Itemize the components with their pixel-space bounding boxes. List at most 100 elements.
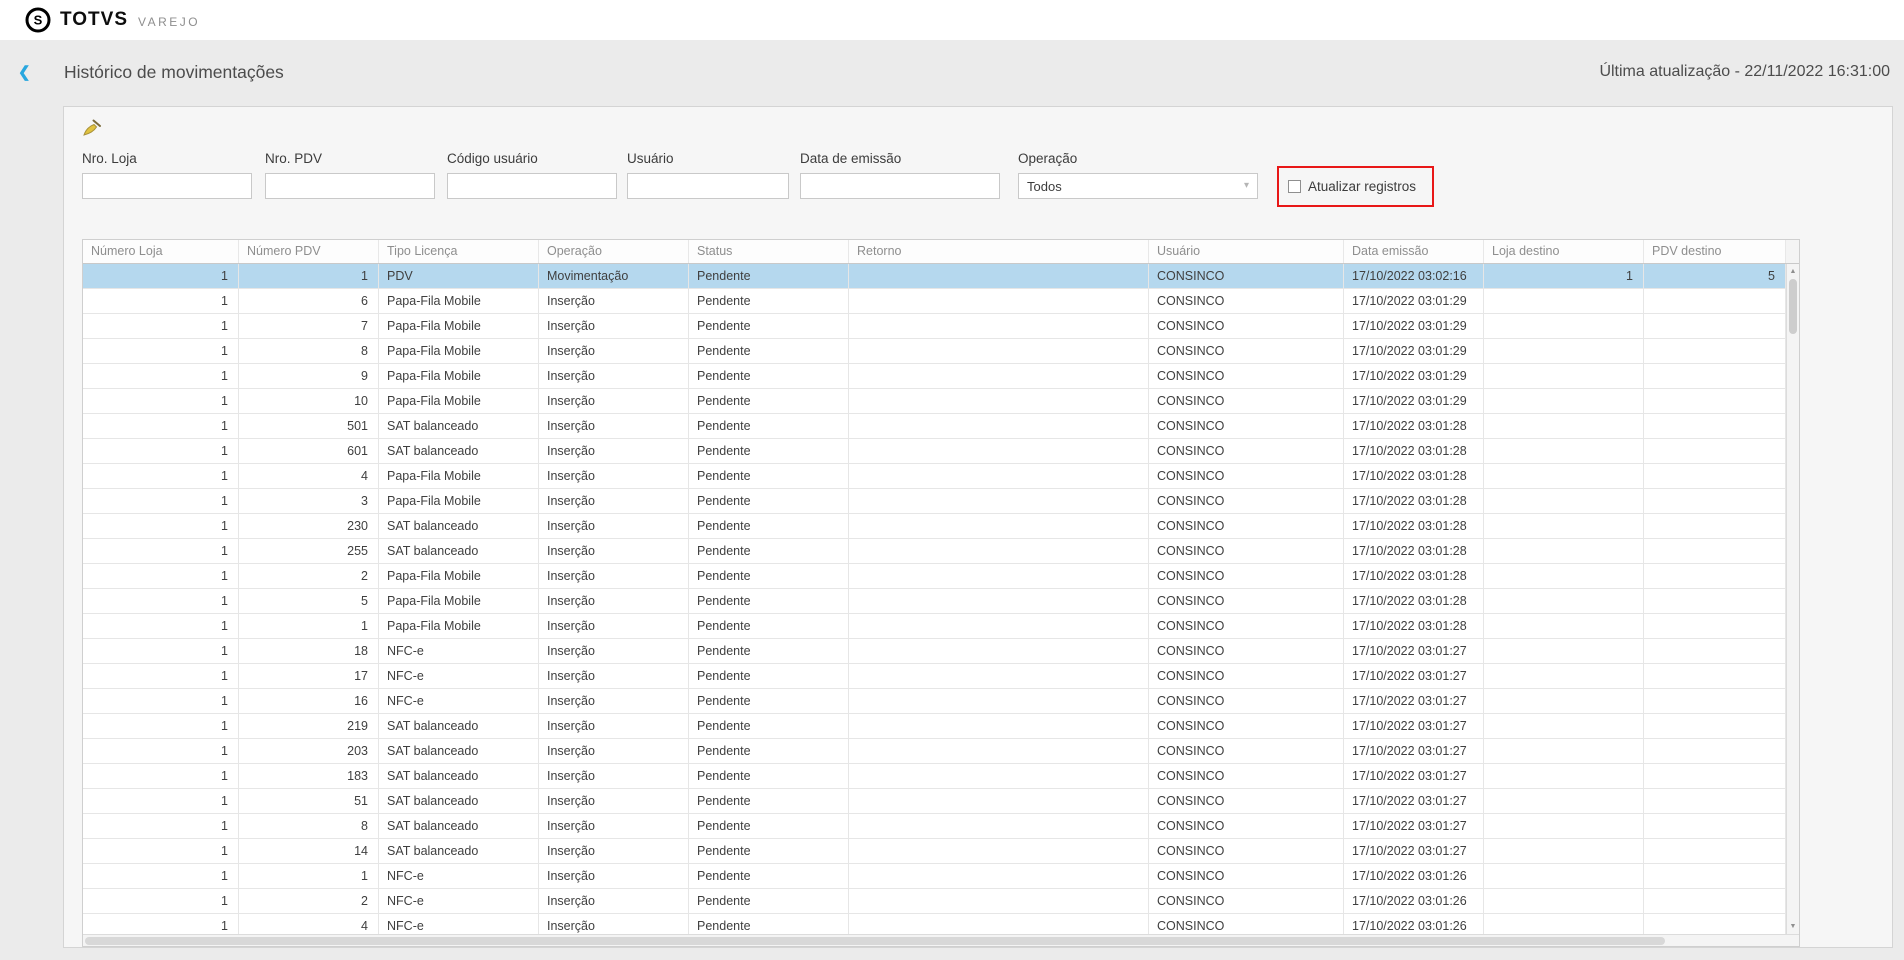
table-row[interactable]: 1 16 NFC-e Inserção Pendente CONSINCO 17/10/20…	[83, 689, 1786, 714]
table-row[interactable]: 1 230 SAT balanceado Inserção Pendente CONSIN…	[83, 514, 1786, 539]
table-row[interactable]: 1 1 PDV Movimentação Pendente CONSINCO 17/10/2…	[83, 264, 1786, 289]
table-cell	[1644, 389, 1786, 413]
table-cell: 1	[83, 814, 239, 838]
vertical-scrollbar-thumb[interactable]	[1789, 279, 1797, 334]
table-row[interactable]: 1 203 SAT balanceado Inserção Pendente CONSIN…	[83, 739, 1786, 764]
table-cell: CONSINCO	[1149, 689, 1344, 713]
table-row[interactable]: 1 18 NFC-e Inserção Pendente CONSINCO 17/10/20…	[83, 639, 1786, 664]
table-row[interactable]: 1 2 Papa-Fila Mobile Inserção Pendente CONSIN…	[83, 564, 1786, 589]
table-row[interactable]: 1 183 SAT balanceado Inserção Pendente CONSIN…	[83, 764, 1786, 789]
table-cell: Papa-Fila Mobile	[379, 289, 539, 313]
table-cell: Papa-Fila Mobile	[379, 314, 539, 338]
table-row[interactable]: 1 5 Papa-Fila Mobile Inserção Pendente CONSIN…	[83, 589, 1786, 614]
table-row[interactable]: 1 4 NFC-e Inserção Pendente CONSINCO 17/10/202…	[83, 914, 1786, 934]
column-header[interactable]: Tipo Licença	[379, 240, 539, 263]
table-cell	[1484, 839, 1644, 863]
table-row[interactable]: 1 6 Papa-Fila Mobile Inserção Pendente CONSIN…	[83, 289, 1786, 314]
column-header[interactable]: Retorno	[849, 240, 1149, 263]
nro-pdv-input[interactable]	[265, 173, 435, 199]
horizontal-scrollbar-thumb[interactable]	[85, 937, 1665, 945]
table-row[interactable]: 1 501 SAT balanceado Inserção Pendente CONSIN…	[83, 414, 1786, 439]
table-cell: Inserção	[539, 314, 689, 338]
table-cell: Pendente	[689, 464, 849, 488]
table-cell: Pendente	[689, 789, 849, 813]
table-row[interactable]: 1 219 SAT balanceado Inserção Pendente CONSIN…	[83, 714, 1786, 739]
table-cell: 17/10/2022 03:01:27	[1344, 689, 1484, 713]
table-row[interactable]: 1 601 SAT balanceado Inserção Pendente CONSIN…	[83, 439, 1786, 464]
table-cell: Pendente	[689, 614, 849, 638]
table-cell: Pendente	[689, 264, 849, 288]
table-cell: Inserção	[539, 914, 689, 934]
table-cell: Inserção	[539, 614, 689, 638]
table-cell: Pendente	[689, 764, 849, 788]
svg-text:S: S	[34, 13, 43, 28]
table-row[interactable]: 1 8 SAT balanceado Inserção Pendente CONSINCO…	[83, 814, 1786, 839]
data-emissao-input[interactable]	[800, 173, 1000, 199]
filter-data-emissao: Data de emissão	[800, 151, 1000, 199]
table-cell	[1644, 689, 1786, 713]
table-row[interactable]: 1 10 Papa-Fila Mobile Inserção Pendente CONSI…	[83, 389, 1786, 414]
table-cell: 10	[239, 389, 379, 413]
column-header[interactable]: Operação	[539, 240, 689, 263]
table-cell	[849, 564, 1149, 588]
table-cell: 2	[239, 889, 379, 913]
table-cell: 1	[83, 339, 239, 363]
table-cell: Inserção	[539, 289, 689, 313]
table-cell: SAT balanceado	[379, 839, 539, 863]
nro-loja-input[interactable]	[82, 173, 252, 199]
table-cell	[1484, 689, 1644, 713]
table-cell: NFC-e	[379, 914, 539, 934]
table-cell: CONSINCO	[1149, 364, 1344, 388]
scroll-up-icon[interactable]: ▲	[1787, 265, 1799, 278]
table-cell: 1	[83, 564, 239, 588]
table-row[interactable]: 1 17 NFC-e Inserção Pendente CONSINCO 17/10/20…	[83, 664, 1786, 689]
table-cell: Papa-Fila Mobile	[379, 364, 539, 388]
table-cell: 1	[83, 314, 239, 338]
column-header[interactable]: Status	[689, 240, 849, 263]
table-cell	[1644, 539, 1786, 563]
table-cell: Pendente	[689, 839, 849, 863]
column-header[interactable]: Número Loja	[83, 240, 239, 263]
column-header[interactable]: Número PDV	[239, 240, 379, 263]
table-row[interactable]: 1 14 SAT balanceado Inserção Pendente CONSINC…	[83, 839, 1786, 864]
table-row[interactable]: 1 8 Papa-Fila Mobile Inserção Pendente CONSIN…	[83, 339, 1786, 364]
table-row[interactable]: 1 51 SAT balanceado Inserção Pendente CONSINC…	[83, 789, 1786, 814]
column-header[interactable]: Loja destino	[1484, 240, 1644, 263]
usuario-input[interactable]	[627, 173, 789, 199]
column-header[interactable]: Data emissão	[1344, 240, 1484, 263]
table-cell: 1	[83, 539, 239, 563]
clear-filters-icon[interactable]	[82, 119, 102, 137]
column-header[interactable]: PDV destino	[1644, 240, 1786, 263]
table-row[interactable]: 1 9 Papa-Fila Mobile Inserção Pendente CONSIN…	[83, 364, 1786, 389]
vertical-scrollbar[interactable]: ▲ ▼	[1786, 264, 1799, 934]
operacao-select[interactable]: Todos ▾	[1018, 173, 1258, 199]
table-cell	[1644, 289, 1786, 313]
last-update-label: Última atualização - 22/11/2022 16:31:00	[1599, 63, 1890, 80]
table-row[interactable]: 1 255 SAT balanceado Inserção Pendente CONSIN…	[83, 539, 1786, 564]
table-cell	[849, 789, 1149, 813]
table-cell: CONSINCO	[1149, 539, 1344, 563]
table-cell: 17/10/2022 03:01:27	[1344, 814, 1484, 838]
table-row[interactable]: 1 3 Papa-Fila Mobile Inserção Pendente CONSIN…	[83, 489, 1786, 514]
table-cell: CONSINCO	[1149, 289, 1344, 313]
column-header[interactable]: Usuário	[1149, 240, 1344, 263]
table-cell: CONSINCO	[1149, 564, 1344, 588]
table-cell	[849, 414, 1149, 438]
scroll-down-icon[interactable]: ▼	[1787, 920, 1799, 933]
table-cell: SAT balanceado	[379, 514, 539, 538]
back-icon[interactable]: ❮	[18, 63, 44, 81]
horizontal-scrollbar[interactable]	[83, 934, 1799, 946]
table-row[interactable]: 1 4 Papa-Fila Mobile Inserção Pendente CONSIN…	[83, 464, 1786, 489]
codigo-usuario-input[interactable]	[447, 173, 617, 199]
table-cell: 17/10/2022 03:01:28	[1344, 439, 1484, 463]
table-row[interactable]: 1 7 Papa-Fila Mobile Inserção Pendente CONSIN…	[83, 314, 1786, 339]
table-cell: Inserção	[539, 664, 689, 688]
table-row[interactable]: 1 1 NFC-e Inserção Pendente CONSINCO 17/10/202…	[83, 864, 1786, 889]
table-cell: Pendente	[689, 639, 849, 663]
table-row[interactable]: 1 2 NFC-e Inserção Pendente CONSINCO 17/10/202…	[83, 889, 1786, 914]
table-cell: 1	[83, 839, 239, 863]
table-cell: CONSINCO	[1149, 889, 1344, 913]
atualizar-registros-checkbox[interactable]	[1288, 180, 1301, 193]
table-cell: Pendente	[689, 664, 849, 688]
table-row[interactable]: 1 1 Papa-Fila Mobile Inserção Pendente CONSIN…	[83, 614, 1786, 639]
